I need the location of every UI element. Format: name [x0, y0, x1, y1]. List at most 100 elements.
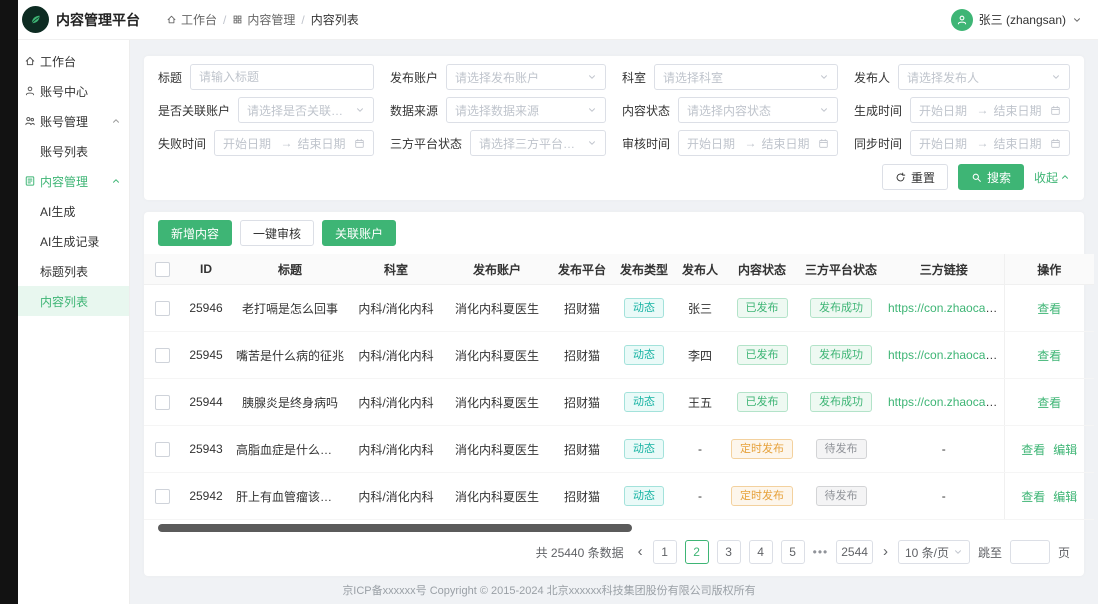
- sidebar: 工作台 账号中心 账号管理 账号列表 内容管理: [18, 40, 130, 604]
- fail-time-range[interactable]: 开始日期 → 结束日期: [214, 130, 374, 156]
- page-button-last[interactable]: 2544: [836, 540, 873, 564]
- chevron-down-icon: [355, 105, 365, 115]
- view-link[interactable]: 查看: [1037, 302, 1061, 316]
- third-status-tag: 发布成功: [810, 298, 872, 318]
- breadcrumb-content-mgmt[interactable]: 内容管理: [232, 11, 295, 28]
- department-select[interactable]: 请选择科室: [654, 64, 838, 90]
- table-row: 25943 高脂血症是什么意思? 内科/消化内科 消化内科夏医生 招财猫 动态 …: [144, 426, 1094, 473]
- sidebar-item-label: 账号列表: [40, 143, 88, 160]
- next-page-button[interactable]: ›: [881, 541, 890, 563]
- search-icon: [971, 172, 982, 183]
- breadcrumb-workbench[interactable]: 工作台: [166, 11, 217, 28]
- calendar-icon: [1050, 138, 1061, 149]
- third-link[interactable]: https://con.zhaocaimao...: [888, 348, 1004, 362]
- search-button[interactable]: 搜索: [958, 164, 1024, 190]
- prev-page-button[interactable]: ‹: [636, 541, 645, 563]
- page-button-4[interactable]: 4: [749, 540, 773, 564]
- source-select[interactable]: 请选择数据来源: [446, 97, 606, 123]
- pub-account-select[interactable]: 请选择发布账户: [446, 64, 606, 90]
- title-input[interactable]: [199, 70, 365, 84]
- cell-platform: 招财猫: [550, 379, 614, 426]
- sidebar-item-content-list[interactable]: 内容列表: [18, 286, 129, 316]
- filter-sync-time: 同步时间 开始日期 → 结束日期: [854, 130, 1070, 156]
- select-all-checkbox[interactable]: [155, 262, 170, 277]
- sidebar-group-account-mgmt[interactable]: 账号管理: [18, 106, 129, 136]
- date-start-placeholder: 开始日期: [223, 135, 276, 152]
- filter-label: 内容状态: [622, 102, 670, 119]
- sidebar-item-label: 标题列表: [40, 263, 88, 280]
- reset-button[interactable]: 重置: [882, 164, 948, 190]
- cell-id: 25942: [180, 473, 232, 520]
- col-dept: 科室: [348, 254, 444, 285]
- sidebar-item-account-center[interactable]: 账号中心: [18, 76, 129, 106]
- filter-label: 生成时间: [854, 102, 902, 119]
- page-button-3[interactable]: 3: [717, 540, 741, 564]
- third-link[interactable]: https://con.zhaocaimao...: [888, 301, 1004, 315]
- type-tag: 动态: [624, 392, 664, 412]
- view-link[interactable]: 查看: [1021, 443, 1045, 457]
- jump-label: 跳至: [978, 544, 1002, 561]
- sidebar-item-ai-records[interactable]: AI生成记录: [18, 226, 129, 256]
- sidebar-item-label: 账号中心: [40, 83, 88, 100]
- row-checkbox[interactable]: [155, 442, 170, 457]
- more-pages-ellipsis[interactable]: •••: [813, 545, 829, 559]
- filter-source: 数据来源 请选择数据来源: [390, 97, 606, 123]
- home-icon: [166, 14, 177, 25]
- filter-audit-time: 审核时间 开始日期 → 结束日期: [622, 130, 838, 156]
- audit-time-range[interactable]: 开始日期 → 结束日期: [678, 130, 838, 156]
- sidebar-item-title-list[interactable]: 标题列表: [18, 256, 129, 286]
- third-link[interactable]: https://con.zhaocaimao...: [888, 395, 1004, 409]
- row-checkbox[interactable]: [155, 395, 170, 410]
- sidebar-item-ai-generate[interactable]: AI生成: [18, 196, 129, 226]
- view-link[interactable]: 查看: [1037, 396, 1061, 410]
- sync-time-range[interactable]: 开始日期 → 结束日期: [910, 130, 1070, 156]
- view-link[interactable]: 查看: [1037, 349, 1061, 363]
- content-status-select[interactable]: 请选择内容状态: [678, 97, 838, 123]
- chevron-down-icon: [587, 105, 597, 115]
- sidebar-item-label: 内容列表: [40, 293, 88, 310]
- gen-time-range[interactable]: 开始日期 → 结束日期: [910, 97, 1070, 123]
- linked-account-select[interactable]: 请选择是否关联账户: [238, 97, 374, 123]
- table-header-row: ID 标题 科室 发布账户 发布平台 发布类型 发布人 内容状态 三方平台状态 …: [144, 254, 1094, 285]
- cell-dept: 内科/消化内科: [348, 426, 444, 473]
- sidebar-item-workbench[interactable]: 工作台: [18, 46, 129, 76]
- col-status: 内容状态: [726, 254, 798, 285]
- app-window: 内容管理平台 工作台 / 内容管理 / 内容列表: [0, 0, 1098, 604]
- edit-link[interactable]: 编辑: [1053, 490, 1077, 504]
- chevron-down-icon: [819, 105, 829, 115]
- calendar-icon: [354, 138, 365, 149]
- add-content-button[interactable]: 新增内容: [158, 220, 232, 246]
- view-link[interactable]: 查看: [1021, 490, 1045, 504]
- row-checkbox[interactable]: [155, 489, 170, 504]
- publisher-select[interactable]: 请选择发布人: [898, 64, 1070, 90]
- sidebar-item-label: AI生成记录: [40, 233, 99, 250]
- row-checkbox[interactable]: [155, 348, 170, 363]
- page-button-1[interactable]: 1: [653, 540, 677, 564]
- one-click-audit-button[interactable]: 一键审核: [240, 220, 314, 246]
- select-placeholder: 请选择是否关联账户: [247, 102, 351, 119]
- page-button-2-active[interactable]: 2: [685, 540, 709, 564]
- sidebar-item-account-list[interactable]: 账号列表: [18, 136, 129, 166]
- sidebar-group-content-mgmt[interactable]: 内容管理: [18, 166, 129, 196]
- third-status-select[interactable]: 请选择三方平台状态: [470, 130, 606, 156]
- page-button-5[interactable]: 5: [781, 540, 805, 564]
- date-start-placeholder: 开始日期: [687, 135, 740, 152]
- edit-link[interactable]: 编辑: [1053, 443, 1077, 457]
- title-input-wrap: [190, 64, 374, 90]
- collapse-filters-link[interactable]: 收起: [1034, 169, 1070, 186]
- user-menu[interactable]: 张三 (zhangsan): [951, 9, 1082, 31]
- horizontal-scrollbar[interactable]: [158, 524, 632, 532]
- cell-publisher: 王五: [674, 379, 726, 426]
- breadcrumb-content-list: 内容列表: [311, 11, 359, 28]
- link-account-button[interactable]: 关联账户: [322, 220, 396, 246]
- jump-page-input[interactable]: [1010, 540, 1050, 564]
- third-status-tag: 待发布: [816, 486, 867, 506]
- row-checkbox[interactable]: [155, 301, 170, 316]
- page-size-select[interactable]: 10 条/页: [898, 540, 970, 564]
- total-count: 共 25440 条数据: [536, 544, 624, 561]
- cell-publisher: -: [674, 473, 726, 520]
- breadcrumb-label: 工作台: [181, 11, 217, 28]
- leaf-icon: [29, 13, 42, 26]
- filter-title: 标题: [158, 64, 374, 90]
- refresh-icon: [895, 172, 906, 183]
